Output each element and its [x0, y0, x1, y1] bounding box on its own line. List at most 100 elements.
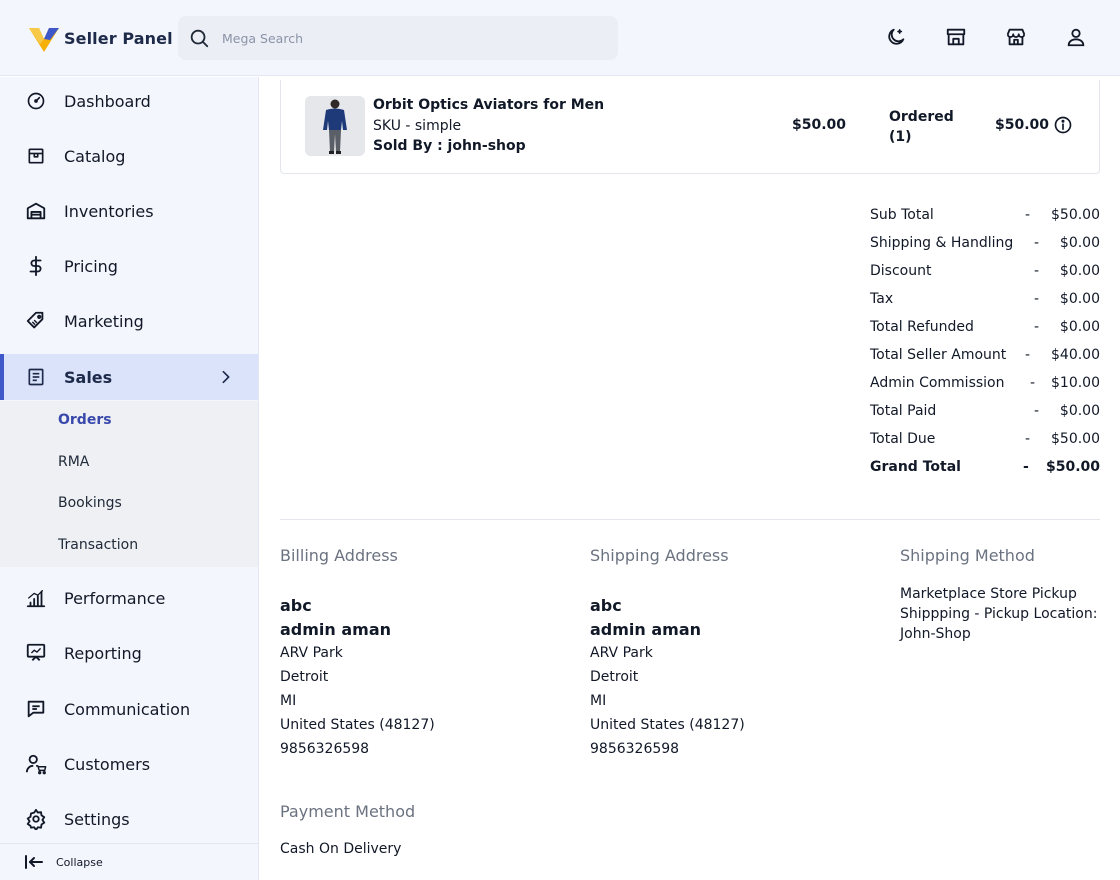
sidebar-item-sales[interactable]: Sales	[0, 354, 258, 400]
shipping-method-title: Shipping Method	[900, 546, 1035, 565]
summary-row-total-seller-amount: Total Seller Amount - $40.00	[870, 347, 1100, 367]
shipping-line: United States (48127)	[590, 717, 745, 733]
summary-row-admin-commission: Admin Commission - $10.00	[870, 375, 1100, 395]
payment-method-value: Cash On Delivery	[280, 841, 402, 857]
summary-separator: -	[1034, 235, 1040, 251]
top-header: Seller Panel	[0, 0, 1120, 76]
summary-label: Admin Commission	[870, 375, 1005, 391]
summary-separator: -	[1023, 459, 1029, 475]
search-icon	[190, 29, 209, 48]
sidebar-item-label: Customers	[64, 754, 151, 774]
account-button[interactable]	[1064, 25, 1088, 49]
summary-row-total-refunded: Total Refunded - $0.00	[870, 319, 1100, 339]
summary-value: $50.00	[1051, 431, 1100, 447]
item-status: Ordered (1)	[889, 107, 954, 147]
sidebar-item-reporting[interactable]: Reporting	[0, 630, 258, 676]
moon-icon	[888, 28, 905, 45]
summary-label: Tax	[870, 291, 894, 307]
summary-separator: -	[1025, 431, 1031, 447]
summary-label: Total Seller Amount	[870, 347, 1007, 363]
sales-submenu: Orders RMA Bookings Transaction	[0, 401, 258, 567]
billing-name: admin aman	[280, 620, 392, 639]
sidebar-item-communication[interactable]: Communication	[0, 686, 258, 732]
info-icon[interactable]	[1053, 115, 1073, 135]
summary-value: $0.00	[1059, 319, 1100, 335]
product-sku: SKU - simple	[373, 118, 462, 134]
collapse-sidebar-button[interactable]: Collapse	[0, 843, 258, 880]
order-item-row: Orbit Optics Aviators for Men SKU - simp…	[280, 80, 1100, 174]
submenu-item-orders[interactable]: Orders	[58, 412, 112, 428]
bar-chart-icon	[25, 587, 47, 609]
summary-label: Total Due	[870, 431, 936, 447]
gauge-icon	[25, 90, 47, 112]
search-input[interactable]	[222, 30, 602, 46]
summary-row-sub-total: Sub Total - $50.00	[870, 207, 1100, 227]
summary-value: $10.00	[1051, 375, 1100, 391]
shipping-name: admin aman	[590, 620, 702, 639]
sidebar-item-customers[interactable]: Customers	[0, 741, 258, 787]
shipping-line: Detroit	[590, 669, 639, 685]
presentation-icon	[25, 642, 47, 664]
shop-button[interactable]	[1004, 25, 1028, 49]
shipping-method-line: Shippping - Pickup Location:	[900, 606, 1098, 622]
sidebar-item-catalog[interactable]: Catalog	[0, 133, 258, 179]
submenu-item-bookings[interactable]: Bookings	[58, 495, 122, 511]
summary-row-tax: Tax - $0.00	[870, 291, 1100, 311]
dark-mode-button[interactable]	[884, 25, 908, 49]
billing-company: abc	[280, 596, 312, 615]
summary-separator: -	[1030, 375, 1036, 391]
summary-row-total-paid: Total Paid - $0.00	[870, 403, 1100, 423]
summary-separator: -	[1034, 403, 1040, 419]
shipping-method-line: Marketplace Store Pickup	[900, 586, 1077, 602]
product-price: $50.00	[792, 117, 847, 133]
sidebar-item-label: Sales	[64, 367, 113, 387]
sidebar-item-label: Dashboard	[64, 91, 151, 111]
sidebar-item-label: Reporting	[64, 643, 142, 663]
shipping-method-line: John-Shop	[900, 626, 971, 642]
summary-value: $40.00	[1051, 347, 1100, 363]
submenu-item-rma[interactable]: RMA	[58, 454, 89, 470]
item-quantity: (1)	[889, 129, 912, 145]
brand-name: Seller Panel	[64, 28, 173, 48]
brand[interactable]: Seller Panel	[28, 22, 173, 54]
summary-value: $0.00	[1059, 291, 1100, 307]
sidebar-item-settings[interactable]: Settings	[0, 796, 258, 842]
shipping-method-value: Marketplace Store Pickup Shippping - Pic…	[900, 584, 1110, 644]
summary-label: Total Paid	[870, 403, 937, 419]
gear-icon	[25, 808, 47, 830]
billing-address-title: Billing Address	[280, 546, 398, 565]
storefront-button[interactable]	[944, 25, 968, 49]
summary-label: Shipping & Handling	[870, 235, 1014, 251]
billing-line: Detroit	[280, 669, 329, 685]
mega-search[interactable]	[178, 16, 618, 60]
payment-method-title: Payment Method	[280, 802, 416, 821]
product-name[interactable]: Orbit Optics Aviators for Men	[373, 97, 604, 113]
section-divider	[280, 519, 1100, 520]
store-icon	[946, 28, 966, 46]
summary-value: $0.00	[1059, 235, 1100, 251]
summary-row-grand-total: Grand Total - $50.00	[870, 459, 1100, 479]
dollar-icon	[25, 255, 47, 277]
sidebar-item-pricing[interactable]: Pricing	[0, 243, 258, 289]
sidebar: Dashboard Catalog Inventories Pricing Ma…	[0, 77, 259, 880]
sidebar-item-performance[interactable]: Performance	[0, 575, 258, 621]
summary-row-shipping-handling: Shipping & Handling - $0.00	[870, 235, 1100, 255]
sidebar-item-inventories[interactable]: Inventories	[0, 188, 258, 234]
sidebar-item-dashboard[interactable]: Dashboard	[0, 78, 258, 124]
sidebar-item-label: Settings	[64, 809, 130, 829]
summary-value: $50.00	[1045, 459, 1100, 475]
warehouse-icon	[25, 200, 47, 222]
collapse-arrow-icon	[25, 855, 43, 869]
chevron-right-icon	[218, 369, 234, 385]
billing-line: MI	[280, 693, 297, 709]
sidebar-item-label: Pricing	[64, 256, 118, 276]
summary-label: Sub Total	[870, 207, 934, 223]
summary-row-total-due: Total Due - $50.00	[870, 431, 1100, 451]
summary-row-discount: Discount - $0.00	[870, 263, 1100, 283]
product-thumbnail[interactable]	[305, 96, 365, 156]
summary-value: $0.00	[1059, 263, 1100, 279]
sidebar-item-marketing[interactable]: Marketing	[0, 298, 258, 344]
shipping-company: abc	[590, 596, 622, 615]
submenu-item-transaction[interactable]: Transaction	[58, 537, 138, 553]
shipping-address-title: Shipping Address	[590, 546, 729, 565]
